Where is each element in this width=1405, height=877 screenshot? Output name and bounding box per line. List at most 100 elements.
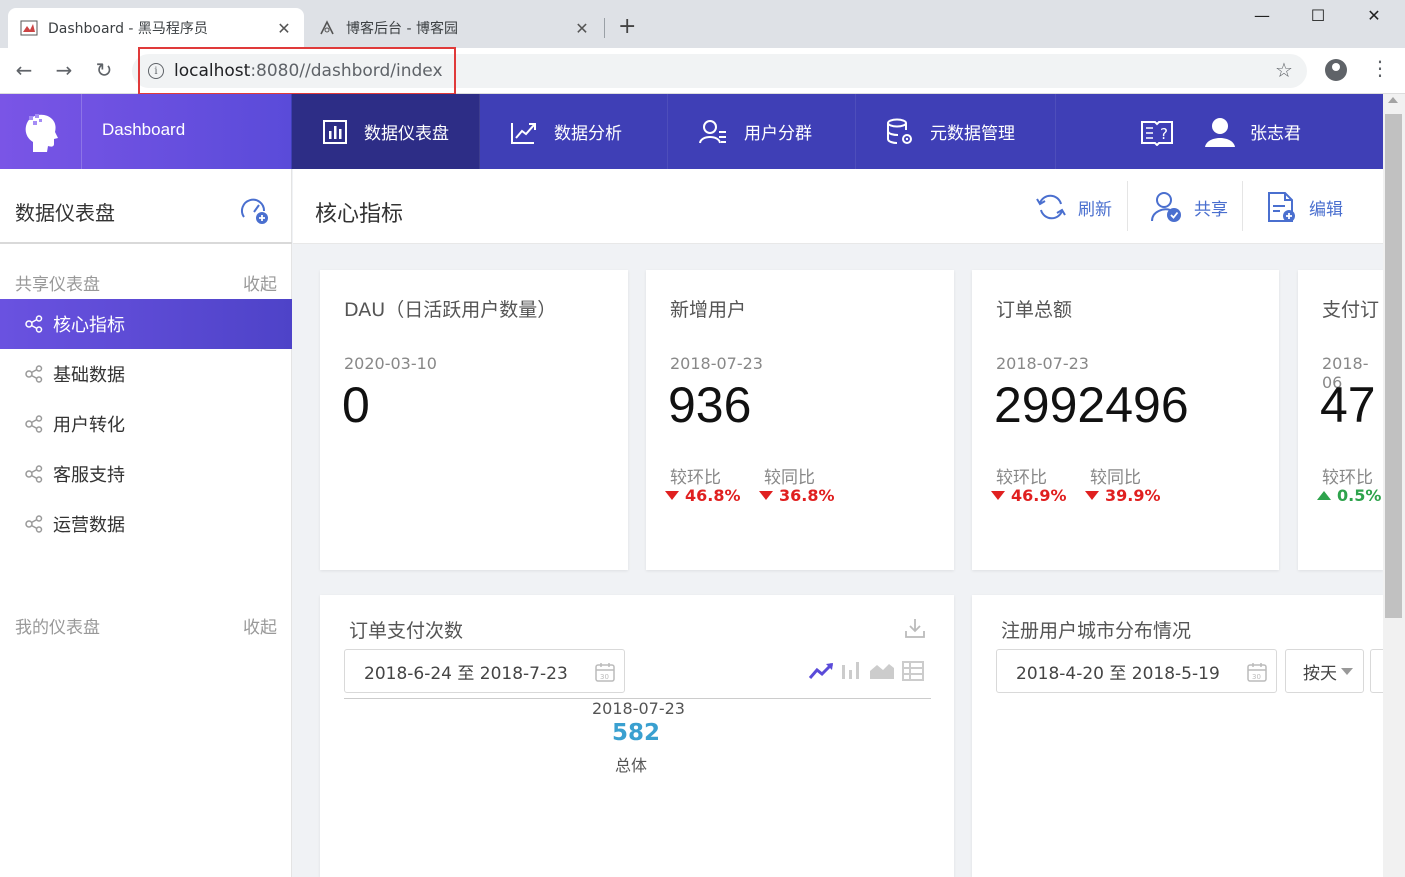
- sidebar: 数据仪表盘 共享仪表盘 收起 核心指标 基础数据 用户转化 客服支持 运营数据 …: [0, 169, 292, 877]
- share-user-icon: [1151, 192, 1181, 222]
- scrollbar-thumb[interactable]: [1385, 114, 1402, 618]
- bookmark-star-icon[interactable]: ☆: [1275, 58, 1293, 82]
- tooltip-value: 582: [612, 720, 661, 746]
- refresh-label: 刷新: [1078, 199, 1112, 220]
- content-header: 核心指标 刷新 共享 编辑: [293, 169, 1383, 244]
- mom-value: 0.5%: [1337, 486, 1382, 505]
- metric-title: 订单总额: [996, 299, 1073, 321]
- share-node-icon: [25, 315, 43, 333]
- site-favicon-icon: [20, 20, 38, 36]
- sidebar-item-customer-support[interactable]: 客服支持: [0, 449, 292, 499]
- extra-select[interactable]: [1370, 649, 1383, 693]
- tooltip-label: 总体: [615, 756, 648, 775]
- close-tab-icon[interactable]: ✕: [276, 19, 292, 38]
- area-chart-icon[interactable]: [869, 661, 895, 681]
- line-chart-icon[interactable]: [808, 661, 836, 681]
- collapse-toggle[interactable]: 收起: [243, 613, 277, 638]
- tab-title: Dashboard - 黑马程序员: [48, 21, 208, 37]
- minimize-icon[interactable]: —: [1234, 0, 1290, 30]
- metric-value: 0: [342, 377, 370, 433]
- browser-tab-blog[interactable]: 博客后台 - 博客园 ✕: [306, 8, 602, 48]
- refresh-button[interactable]: 刷新: [1034, 183, 1112, 231]
- metric-date: 2018-07-23: [670, 354, 763, 373]
- bar-chart-icon[interactable]: [840, 661, 862, 681]
- browser-tab-dashboard[interactable]: Dashboard - 黑马程序员 ✕: [8, 8, 304, 48]
- down-arrow-icon: [665, 491, 679, 500]
- metric-title: DAU（日活跃用户数量）: [344, 299, 557, 321]
- brand-area: Dashboard: [0, 94, 291, 169]
- brand-logo[interactable]: [0, 94, 82, 169]
- panel-title: 订单支付次数: [349, 620, 464, 642]
- nav-metadata[interactable]: 元数据管理: [856, 94, 1056, 169]
- metric-card-dau: DAU（日活跃用户数量） 2020-03-10 0: [320, 270, 628, 570]
- user-menu[interactable]: ? 张志君: [1140, 94, 1301, 169]
- down-arrow-icon: [759, 491, 773, 500]
- nav-label: 数据分析: [554, 124, 622, 144]
- action-divider: [1242, 181, 1243, 231]
- account-icon[interactable]: [1325, 59, 1347, 81]
- nav-user-segments[interactable]: 用户分群: [668, 94, 856, 169]
- metric-card-payment-orders: 支付订 2018-06 47 较环比 0.5%: [1298, 270, 1383, 570]
- date-range-value: 2018-6-24 至 2018-7-23: [364, 663, 568, 684]
- table-view-icon[interactable]: [902, 661, 924, 681]
- site-info-icon[interactable]: i: [148, 63, 164, 79]
- nav-analysis[interactable]: 数据分析: [480, 94, 668, 169]
- reload-icon[interactable]: ↻: [90, 56, 118, 84]
- url-host: localhost: [174, 61, 251, 81]
- my-dashboards-header: 我的仪表盘 收起: [15, 613, 277, 638]
- svg-text:30: 30: [600, 673, 609, 681]
- share-node-icon: [25, 415, 43, 433]
- section-label: 我的仪表盘: [15, 618, 100, 638]
- share-node-icon: [25, 515, 43, 533]
- share-button[interactable]: 共享: [1150, 183, 1228, 231]
- new-tab-icon[interactable]: +: [618, 14, 636, 39]
- maximize-icon[interactable]: ☐: [1290, 0, 1346, 30]
- scroll-up-icon[interactable]: [1388, 97, 1398, 103]
- metric-card-order-total: 订单总额 2018-07-23 2992496 较环比 较同比 46.9% 39…: [972, 270, 1279, 570]
- help-book-icon[interactable]: ?: [1140, 118, 1174, 146]
- calendar-icon: 30: [595, 663, 615, 682]
- sidebar-item-basic-data[interactable]: 基础数据: [0, 349, 292, 399]
- sidebar-item-core-metrics[interactable]: 核心指标: [0, 299, 292, 349]
- edit-document-icon: [1268, 192, 1295, 222]
- nav-dashboard[interactable]: 数据仪表盘: [292, 94, 480, 169]
- forward-icon[interactable]: →: [50, 56, 78, 84]
- share-node-icon: [25, 465, 43, 483]
- edit-label: 编辑: [1309, 199, 1343, 220]
- metric-value: 2992496: [994, 377, 1189, 433]
- back-icon[interactable]: ←: [10, 56, 38, 84]
- close-window-icon[interactable]: ✕: [1346, 0, 1402, 30]
- yoy-value: 39.9%: [1105, 486, 1161, 505]
- sidebar-item-label: 基础数据: [53, 365, 125, 386]
- avatar-icon: [1205, 117, 1235, 147]
- edit-button[interactable]: 编辑: [1265, 183, 1343, 231]
- svg-text:30: 30: [1252, 673, 1261, 681]
- add-dashboard-icon[interactable]: [240, 197, 270, 225]
- order-payment-panel: 订单支付次数 2018-6-24 至 2018-7-23 30 2018-07-…: [320, 595, 954, 877]
- date-range-value: 2018-4-20 至 2018-5-19: [1016, 663, 1220, 684]
- action-divider: [1127, 181, 1128, 231]
- nav-label: 用户分群: [744, 124, 812, 144]
- app-header: Dashboard 数据仪表盘 数据分析 用户分群 元数据管理 ? 张志君: [0, 94, 1383, 169]
- sidebar-item-user-conversion[interactable]: 用户转化: [0, 399, 292, 449]
- chevron-down-icon: [1341, 667, 1353, 675]
- panel-title: 注册用户城市分布情况: [1001, 620, 1192, 642]
- close-tab-icon[interactable]: ✕: [574, 19, 590, 38]
- metric-value: 47: [1320, 377, 1376, 433]
- sidebar-item-operations[interactable]: 运营数据: [0, 499, 292, 549]
- city-date-range-picker[interactable]: 2018-4-20 至 2018-5-19 30: [996, 649, 1277, 693]
- users-icon: [699, 119, 726, 143]
- trend-chart-icon: [511, 122, 536, 144]
- url-highlight-box[interactable]: i localhost:8080//dashbord/index: [138, 47, 456, 95]
- browser-menu-icon[interactable]: ⋮: [1370, 56, 1390, 80]
- granularity-select[interactable]: 按天: [1285, 649, 1364, 693]
- tooltip-date: 2018-07-23: [592, 699, 685, 718]
- sidebar-title: 数据仪表盘: [15, 201, 115, 225]
- mom-label: 较环比: [670, 468, 721, 488]
- metric-date: 2018-07-23: [996, 354, 1089, 373]
- order-date-range-picker[interactable]: 2018-6-24 至 2018-7-23 30: [344, 649, 625, 693]
- page-title: 核心指标: [315, 202, 404, 227]
- user-name: 张志君: [1250, 124, 1301, 144]
- collapse-toggle[interactable]: 收起: [243, 270, 277, 295]
- download-icon[interactable]: [904, 617, 926, 639]
